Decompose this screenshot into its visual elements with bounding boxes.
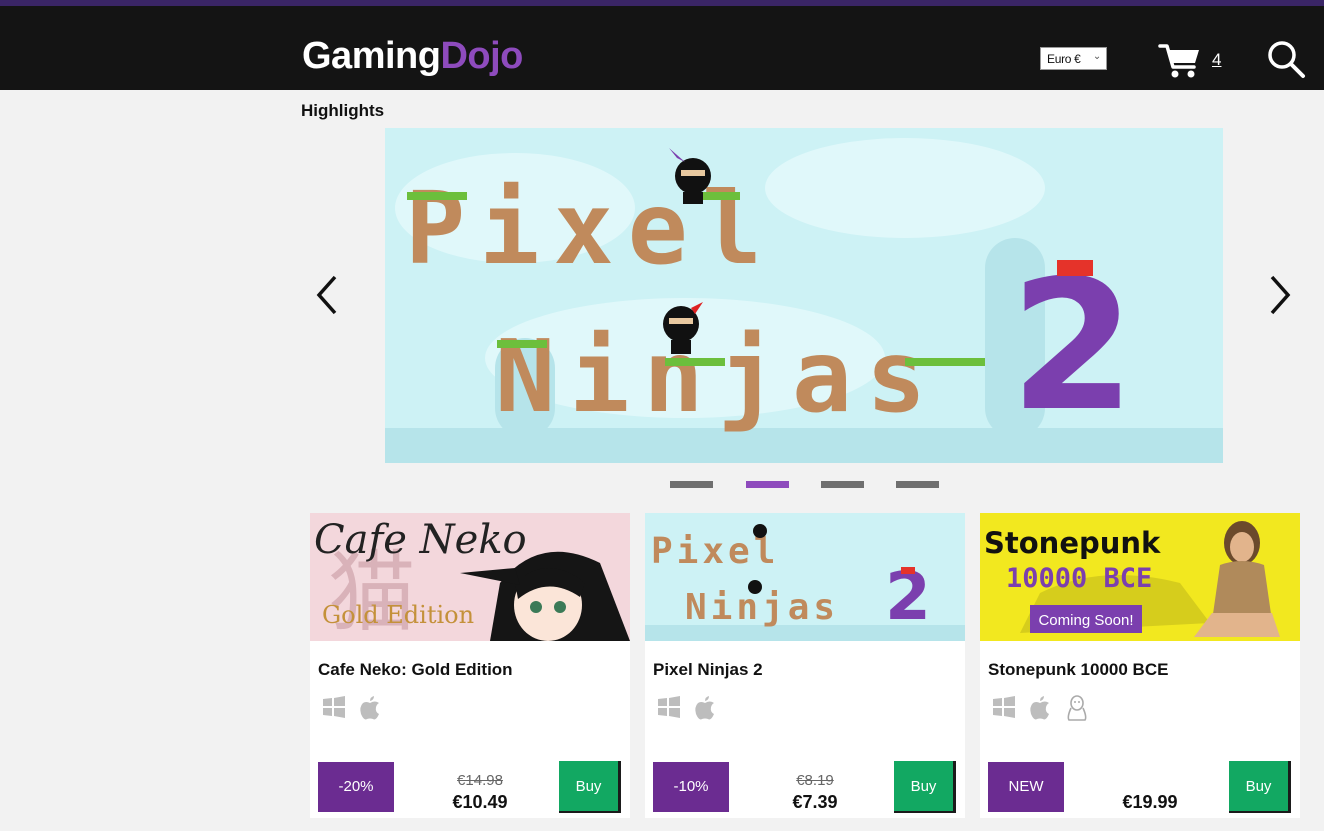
new-badge: NEW [988, 762, 1064, 812]
apple-icon [1030, 696, 1050, 720]
product-list: 猫 Cafe Neko Gold Edition Cafe Neko: Gold… [286, 503, 1313, 821]
currency-select[interactable]: Euro € ⌄ [1040, 47, 1107, 70]
cafe-neko-artwork: 猫 Cafe Neko Gold Edition [310, 513, 630, 641]
thumb-title: Stonepunk [984, 526, 1161, 560]
buy-button[interactable]: Buy [559, 761, 621, 813]
thumb-tag: Coming Soon! [1038, 612, 1133, 629]
windows-icon [323, 696, 345, 718]
product-card-stonepunk: Stonepunk 10000 BCE Coming Soon! Stonepu… [980, 513, 1300, 818]
thumb-subtitle: 10000 BCE [1006, 563, 1152, 594]
banner-artwork: Pixel Ninjas 2 [385, 128, 1223, 463]
carousel-dot-1[interactable] [670, 481, 713, 488]
site-header: GamingDojo Euro € ⌄ 4 [0, 0, 1324, 90]
buy-button[interactable]: Buy [1229, 761, 1291, 813]
cart-count[interactable]: 4 [1212, 50, 1221, 70]
current-price: €19.99 [1122, 792, 1178, 812]
carousel-next-arrow-icon[interactable] [1264, 271, 1296, 319]
carousel-dot-3[interactable] [821, 481, 864, 488]
product-title[interactable]: Stonepunk 10000 BCE [988, 660, 1168, 680]
chevron-down-icon: ⌄ [1092, 51, 1101, 62]
site-logo[interactable]: GamingDojo [302, 32, 523, 80]
banner-title-line2: Ninjas [495, 318, 940, 435]
product-thumbnail[interactable]: Pixel Ninjas 2 [645, 513, 965, 641]
left-panel [0, 90, 276, 831]
product-thumbnail[interactable]: Stonepunk 10000 BCE Coming Soon! [980, 513, 1300, 641]
current-price: €7.39 [792, 792, 838, 812]
discount-badge: -20% [318, 762, 394, 812]
old-price: €8.19 [796, 772, 834, 789]
logo-text-dojo: Dojo [440, 35, 523, 77]
highlight-banner-pixel-ninjas-2[interactable]: Pixel Ninjas 2 [385, 128, 1223, 463]
windows-icon [993, 696, 1015, 718]
product-card-pixel-ninjas-2: Pixel Ninjas 2 Pixel Ninjas 2 -10% €8.19… [645, 513, 965, 818]
pixel-ninjas-artwork: Pixel Ninjas 2 [645, 513, 965, 641]
banner-title-line1: Pixel [405, 170, 776, 287]
platform-icons [322, 695, 390, 725]
carousel-dot-4[interactable] [896, 481, 939, 488]
current-price: €10.49 [452, 792, 508, 812]
old-price: €14.98 [457, 772, 503, 789]
product-title[interactable]: Pixel Ninjas 2 [653, 660, 763, 680]
thumb-title-line2: Ninjas [685, 587, 839, 628]
windows-icon [658, 696, 680, 718]
stonepunk-artwork: Stonepunk 10000 BCE Coming Soon! [980, 513, 1300, 641]
thumb-subtitle: Gold Edition [322, 601, 474, 629]
platform-icons [992, 695, 1097, 725]
discount-badge: -10% [653, 762, 729, 812]
thumb-title: Cafe Neko [314, 517, 527, 563]
highlights-title: Highlights [301, 101, 385, 120]
product-title[interactable]: Cafe Neko: Gold Edition [318, 660, 513, 680]
product-thumbnail[interactable]: 猫 Cafe Neko Gold Edition [310, 513, 630, 641]
search-icon[interactable] [1266, 39, 1306, 79]
highlights-carousel: Highlights Pixel Ninjas 2 [286, 96, 1313, 496]
apple-icon [360, 696, 380, 720]
apple-icon [695, 696, 715, 720]
buy-button[interactable]: Buy [894, 761, 956, 813]
product-card-cafe-neko: 猫 Cafe Neko Gold Edition Cafe Neko: Gold… [310, 513, 630, 818]
carousel-prev-arrow-icon[interactable] [311, 271, 343, 319]
cart-icon[interactable] [1158, 40, 1202, 80]
currency-value: Euro € [1047, 52, 1081, 66]
logo-text-gaming: Gaming [302, 35, 441, 77]
linux-icon [1067, 695, 1087, 721]
carousel-dot-2[interactable] [746, 481, 789, 488]
platform-icons [657, 695, 725, 725]
